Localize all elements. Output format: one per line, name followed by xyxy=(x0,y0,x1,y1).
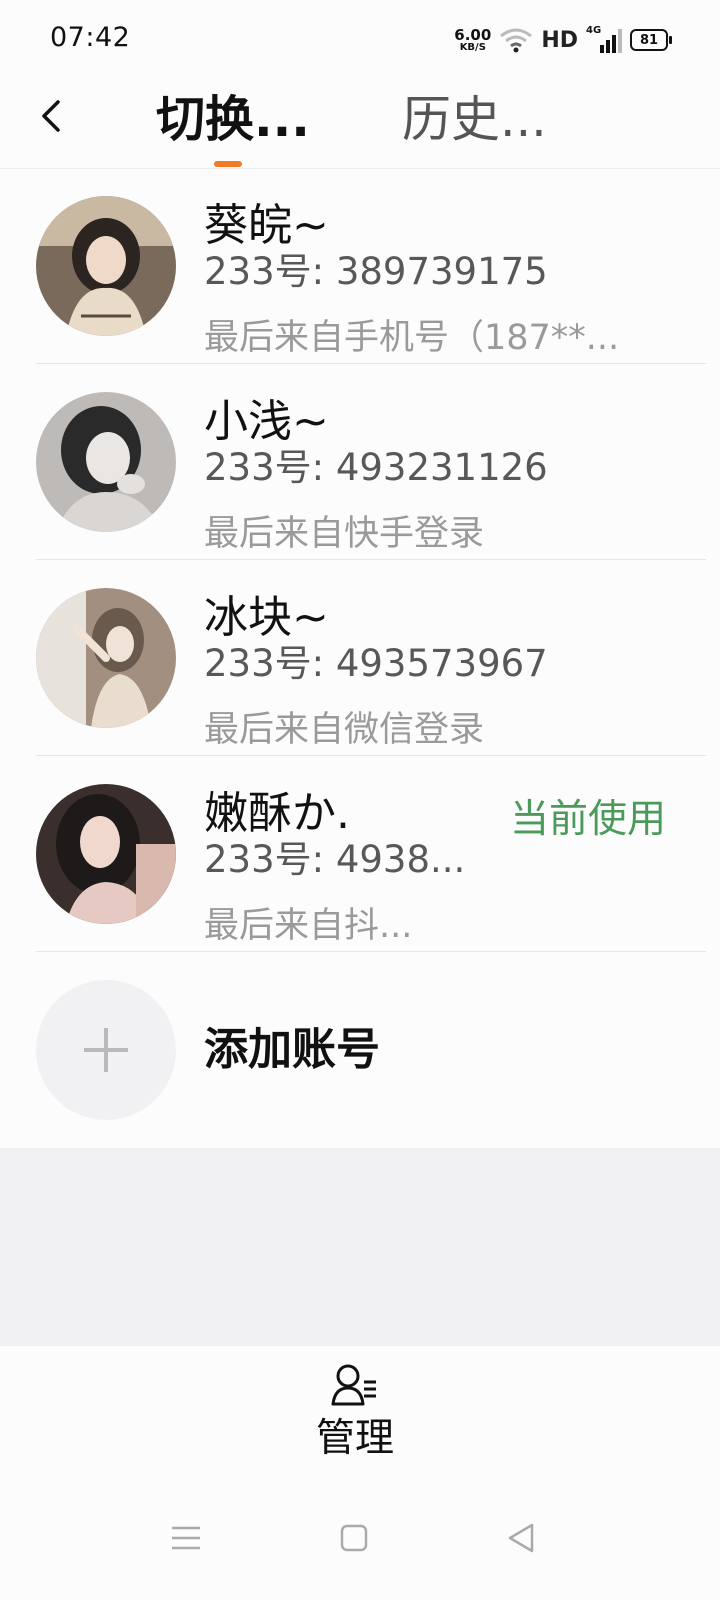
avatar xyxy=(36,392,176,532)
last-login-source: 最后来自微信登录 xyxy=(204,710,485,750)
status-time: 07:42 xyxy=(50,22,131,53)
account-row-current[interactable]: 嫩酥か. 当前使用 233号: 4938... 最后来自抖... xyxy=(0,756,720,952)
network-speed-unit: KB/S xyxy=(459,41,486,53)
back-arrow-icon[interactable] xyxy=(36,96,70,136)
account-row[interactable]: 冰块~ 233号: 493573967 最后来自微信登录 xyxy=(0,560,720,756)
active-tab-indicator xyxy=(214,161,242,167)
account-name: 冰块~ xyxy=(204,592,329,643)
network-type-label: 4G xyxy=(586,25,602,36)
battery-level: 81 xyxy=(639,32,659,48)
add-account-button[interactable]: 添加账号 xyxy=(0,952,720,1148)
cell-signal-icon: 4G xyxy=(586,25,622,53)
wifi-icon xyxy=(500,28,533,53)
last-login-source: 最后来自手机号（187**... xyxy=(204,318,620,358)
current-account-badge: 当前使用 xyxy=(509,797,666,842)
account-id: 233号: 4938... xyxy=(204,838,466,881)
header: 切换... 历史... xyxy=(0,82,720,169)
account-id: 233号: 389739175 xyxy=(204,250,548,293)
tab-switch-account[interactable]: 切换... xyxy=(156,90,310,150)
user-manage-icon xyxy=(331,1364,376,1406)
tab-history-account[interactable]: 历史... xyxy=(402,90,547,150)
hd-label: HD xyxy=(541,27,578,53)
last-login-source: 最后来自抖... xyxy=(204,906,413,946)
bottom-bar: 管理 xyxy=(0,1346,720,1476)
home-icon[interactable] xyxy=(334,1518,374,1558)
system-nav-bar xyxy=(0,1476,720,1600)
account-row[interactable]: 小浅~ 233号: 493231126 最后来自快手登录 xyxy=(0,364,720,560)
network-speed: 6.00 KB/S xyxy=(454,25,492,53)
avatar xyxy=(36,588,176,728)
account-name: 葵皖~ xyxy=(204,200,329,251)
back-icon[interactable] xyxy=(502,1518,542,1558)
account-name: 嫩酥か. xyxy=(204,788,350,839)
account-row[interactable]: 葵皖~ 233号: 389739175 最后来自手机号（187**... xyxy=(0,168,720,364)
account-name: 小浅~ xyxy=(204,396,329,447)
plus-icon xyxy=(36,980,176,1120)
last-login-source: 最后来自快手登录 xyxy=(204,514,485,554)
avatar xyxy=(36,196,176,336)
status-icons: 6.00 KB/S HD 4G 81 xyxy=(454,20,672,60)
network-speed-value: 6.00 xyxy=(454,25,492,44)
account-list: 葵皖~ 233号: 389739175 最后来自手机号（187**... 小浅~… xyxy=(0,168,720,1148)
add-account-label: 添加账号 xyxy=(204,1024,380,1075)
battery-icon: 81 xyxy=(630,29,672,51)
status-bar: 07:42 6.00 KB/S HD 4G 81 xyxy=(0,0,720,82)
menu-icon[interactable] xyxy=(166,1518,206,1558)
account-id: 233号: 493231126 xyxy=(204,446,548,489)
manage-label: 管理 xyxy=(316,1416,395,1461)
empty-area xyxy=(0,1148,720,1346)
account-id: 233号: 493573967 xyxy=(204,642,548,685)
avatar xyxy=(36,784,176,924)
manage-button[interactable]: 管理 xyxy=(300,1358,410,1468)
